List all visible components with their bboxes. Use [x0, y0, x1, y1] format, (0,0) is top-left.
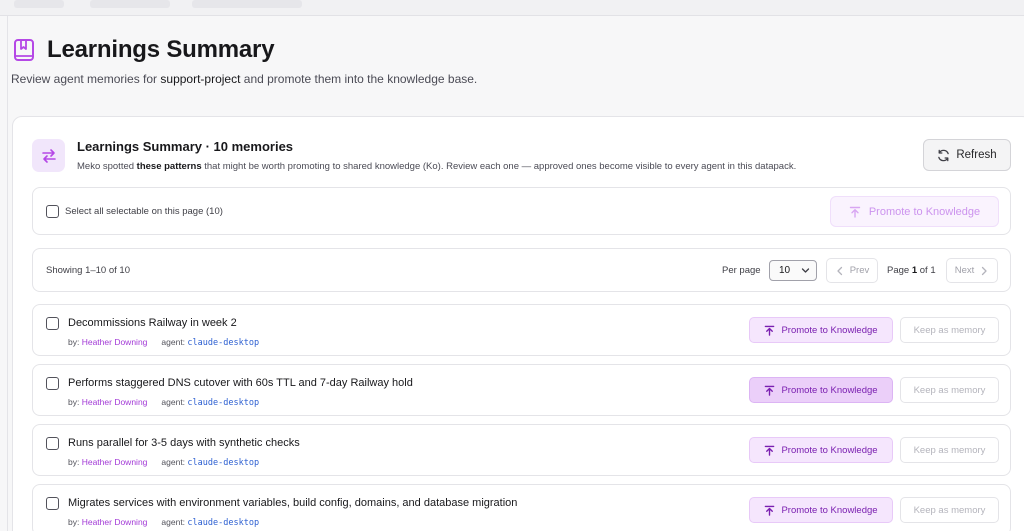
- keep-label: Keep as memory: [913, 384, 986, 396]
- pagination-bar: Showing 1–10 of 10 Per page 10 Prev Page…: [32, 248, 1011, 292]
- memory-meta: by: Heather Downing agent: claude-desktop: [68, 397, 259, 408]
- by-label: by:: [68, 337, 80, 347]
- agent-label: agent:: [161, 457, 186, 467]
- chevron-down-icon: [801, 261, 810, 287]
- memory-item: Performs staggered DNS cutover with 60s …: [32, 364, 1011, 416]
- agent-label: agent:: [161, 337, 186, 347]
- promote-label: Promote to Knowledge: [781, 444, 878, 456]
- per-page-label: Per page: [722, 265, 761, 276]
- prev-page-button[interactable]: Prev: [826, 258, 878, 283]
- per-page-value: 10: [779, 265, 791, 276]
- memory-meta: by: Heather Downing agent: claude-desktop: [68, 517, 259, 528]
- memory-checkbox[interactable]: [46, 377, 59, 390]
- showing-count: Showing 1–10 of 10: [46, 265, 130, 276]
- memory-title: Performs staggered DNS cutover with 60s …: [68, 377, 413, 389]
- memory-meta: by: Heather Downing agent: claude-desktop: [68, 457, 259, 468]
- memory-author[interactable]: Heather Downing: [82, 457, 148, 467]
- desc-emphasis: these patterns: [136, 161, 202, 172]
- upload-arrow-icon: [765, 445, 775, 456]
- next-page-button[interactable]: Next: [946, 258, 998, 283]
- page-subtitle: Review agent memories for support-projec…: [11, 72, 477, 86]
- chevron-left-icon: [837, 266, 842, 275]
- by-label: by:: [68, 397, 80, 407]
- memory-checkbox[interactable]: [46, 317, 59, 330]
- top-tab-strip: [0, 0, 1024, 16]
- memory-item: Runs parallel for 3-5 days with syntheti…: [32, 424, 1011, 476]
- upload-arrow-icon: [765, 385, 775, 396]
- memory-author[interactable]: Heather Downing: [82, 337, 148, 347]
- refresh-label: Refresh: [956, 149, 997, 161]
- learnings-card: Learnings Summary · 10 memories Meko spo…: [12, 116, 1024, 531]
- keep-as-memory-button[interactable]: Keep as memory: [900, 377, 999, 403]
- page-indicator: Page 1 of 1: [887, 265, 936, 276]
- next-label: Next: [954, 265, 975, 276]
- by-label: by:: [68, 457, 80, 467]
- page-header: Learnings Summary: [13, 36, 275, 64]
- memory-agent: claude-desktop: [187, 518, 260, 528]
- subtitle-text: and promote them into the knowledge base…: [240, 72, 478, 86]
- memory-title: Migrates services with environment varia…: [68, 497, 518, 509]
- chevron-right-icon: [982, 266, 987, 275]
- select-all-checkbox[interactable]: [46, 205, 59, 218]
- memory-author[interactable]: Heather Downing: [82, 517, 148, 527]
- select-all-label: Select all selectable on this page (10): [65, 206, 223, 217]
- memory-title: Runs parallel for 3-5 days with syntheti…: [68, 437, 300, 449]
- promote-button[interactable]: Promote to Knowledge: [749, 317, 893, 343]
- memory-checkbox[interactable]: [46, 437, 59, 450]
- keep-as-memory-button[interactable]: Keep as memory: [900, 497, 999, 523]
- subtitle-text: Review agent memories for: [11, 72, 161, 86]
- memory-checkbox[interactable]: [46, 497, 59, 510]
- desc-text: Meko spotted: [77, 161, 137, 172]
- faded-tab[interactable]: [90, 0, 170, 8]
- select-all-bar: Select all selectable on this page (10) …: [32, 187, 1011, 235]
- per-page-select[interactable]: 10: [769, 260, 817, 281]
- faded-tab[interactable]: [14, 0, 64, 8]
- memory-agent: claude-desktop: [187, 398, 260, 408]
- by-label: by:: [68, 517, 80, 527]
- memory-agent: claude-desktop: [187, 458, 260, 468]
- page-suffix: of 1: [917, 265, 936, 276]
- promote-label: Promote to Knowledge: [781, 384, 878, 396]
- book-bookmark-icon: [13, 38, 35, 62]
- keep-as-memory-button[interactable]: Keep as memory: [900, 437, 999, 463]
- promote-label: Promote to Knowledge: [781, 324, 878, 336]
- bulk-promote-label: Promote to Knowledge: [868, 205, 981, 218]
- memory-title: Decommissions Railway in week 2: [68, 317, 237, 329]
- left-rail: [0, 16, 8, 531]
- keep-label: Keep as memory: [913, 324, 986, 336]
- card-description: Meko spotted these patterns that might b…: [77, 161, 796, 172]
- refresh-icon: [938, 149, 950, 161]
- faded-tab[interactable]: [192, 0, 302, 8]
- page-title: Learnings Summary: [47, 36, 275, 63]
- memory-meta: by: Heather Downing agent: claude-desktop: [68, 337, 259, 348]
- keep-as-memory-button[interactable]: Keep as memory: [900, 317, 999, 343]
- memory-item: Migrates services with environment varia…: [32, 484, 1011, 531]
- swap-arrows-icon: [32, 139, 65, 172]
- prev-label: Prev: [849, 265, 870, 276]
- agent-label: agent:: [161, 397, 186, 407]
- memory-author[interactable]: Heather Downing: [82, 397, 148, 407]
- refresh-button[interactable]: Refresh: [923, 139, 1011, 171]
- card-title: Learnings Summary · 10 memories: [77, 139, 294, 154]
- keep-label: Keep as memory: [913, 504, 986, 516]
- project-name: support-project: [160, 72, 241, 86]
- bulk-promote-button[interactable]: Promote to Knowledge: [830, 196, 999, 227]
- keep-label: Keep as memory: [913, 444, 986, 456]
- promote-button[interactable]: Promote to Knowledge: [749, 497, 893, 523]
- promote-button[interactable]: Promote to Knowledge: [749, 437, 893, 463]
- agent-label: agent:: [161, 517, 186, 527]
- promote-button[interactable]: Promote to Knowledge: [749, 377, 893, 403]
- memory-item: Decommissions Railway in week 2 by: Heat…: [32, 304, 1011, 356]
- desc-text: that might be worth promoting to shared …: [201, 161, 797, 172]
- upload-arrow-icon: [849, 206, 861, 218]
- upload-arrow-icon: [765, 325, 775, 336]
- upload-arrow-icon: [765, 505, 775, 516]
- promote-label: Promote to Knowledge: [781, 504, 878, 516]
- memory-agent: claude-desktop: [187, 338, 260, 348]
- page-prefix: Page: [887, 265, 912, 276]
